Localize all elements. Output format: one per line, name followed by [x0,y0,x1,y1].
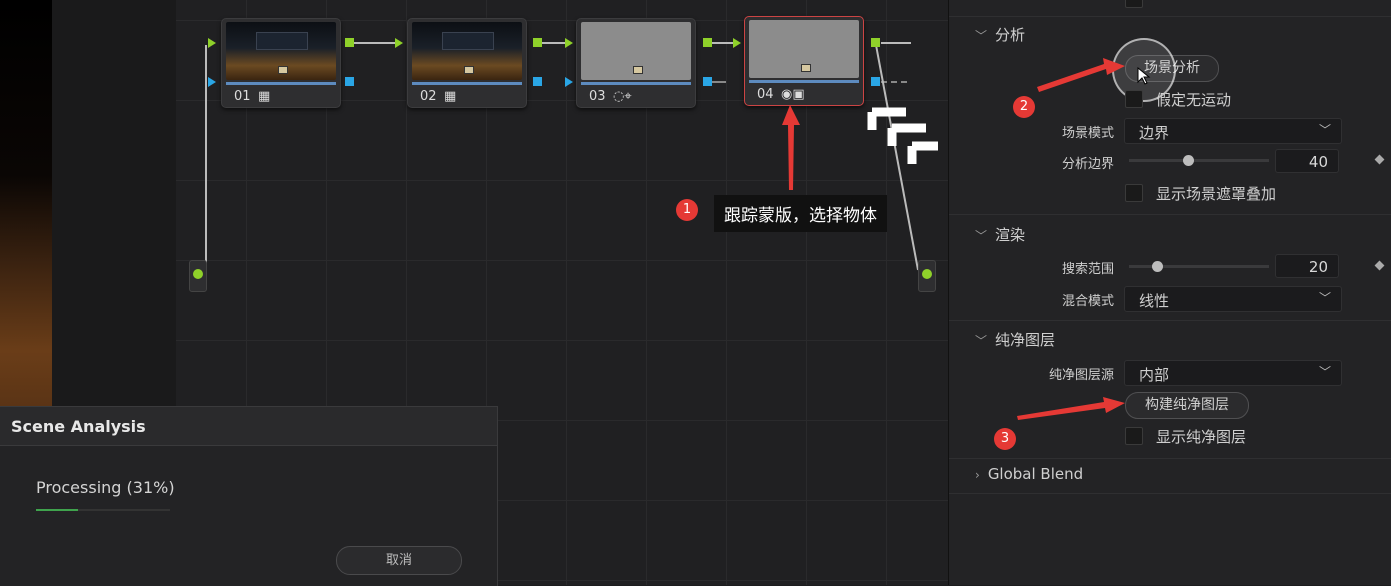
inspector-panel: ﹀ 分析 场景分析 假定无运动 场景模式 边界 ﹀ 分析边界 40 显示场景遮罩叠… [948,0,1391,585]
dialog-header: Scene Analysis [0,407,497,446]
step-badge-1: 1 [676,199,698,221]
progress-bar [36,509,170,511]
step-badge-3: 3 [994,428,1016,450]
cancel-button[interactable]: 取消 [336,546,462,575]
mouse-cursor-icon [1137,67,1151,85]
progress-fill [36,509,78,511]
step-badge-2: 2 [1013,96,1035,118]
annotation-arrows [1017,58,1125,420]
step-callout-1: 跟踪蒙版，选择物体 [714,195,887,232]
scene-analysis-dialog: Scene Analysis Processing (31%) 取消 [0,406,498,586]
progress-status: Processing (31%) [36,478,175,497]
dialog-title: Scene Analysis [11,417,146,436]
